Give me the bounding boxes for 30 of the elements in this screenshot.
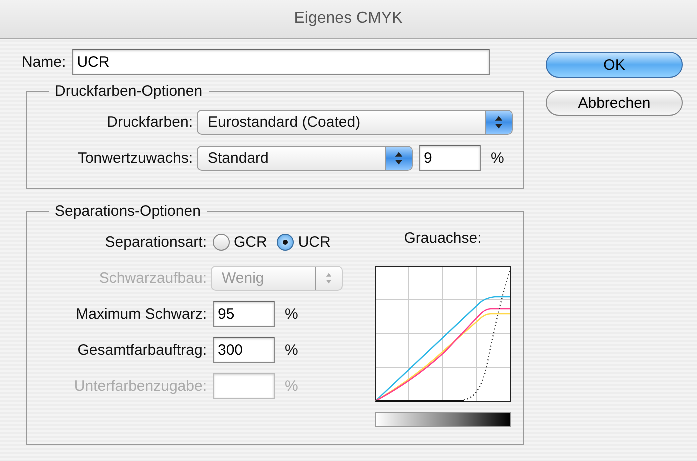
radio-button[interactable]	[213, 234, 230, 250]
radio-label[interactable]: UCR	[298, 234, 331, 250]
inks-label: Druckfarben:	[106, 114, 193, 130]
percent-label: %	[285, 342, 298, 358]
generation-label: Schwarzaufbau:	[98, 270, 207, 286]
dot-gain-popup[interactable]: Standard	[197, 146, 413, 170]
dot-gain-field[interactable]: 9	[419, 145, 481, 171]
percent-label: %	[491, 150, 504, 166]
name-field[interactable]: UCR	[72, 49, 490, 75]
ok-button[interactable]: OK	[546, 52, 683, 78]
stepper-icon	[385, 146, 412, 170]
group-title: Separations-Optionen	[54, 203, 202, 220]
field-label: Gesamtfarbauftrag:	[76, 342, 207, 358]
field-label: Maximum Schwarz:	[75, 306, 207, 322]
number-field[interactable]: 300	[213, 337, 275, 363]
separation-type-label: Separationsart:	[104, 234, 207, 250]
inks-popup[interactable]: Eurostandard (Coated)	[197, 110, 513, 134]
number-field[interactable]: 95	[213, 301, 275, 327]
percent-label: %	[285, 306, 298, 322]
cancel-button[interactable]: Abbrechen	[546, 90, 683, 116]
field-label: Unterfarbenzugabe:	[73, 378, 207, 394]
graph-label: Grauachse:	[404, 230, 482, 249]
dot-gain-label: Tonwertzuwachs:	[76, 150, 193, 166]
name-label: Name:	[22, 54, 66, 70]
window-title: Eigenes CMYK	[294, 10, 403, 28]
radio-button[interactable]	[277, 234, 294, 250]
stepper-icon	[485, 110, 512, 134]
radio-label[interactable]: GCR	[234, 234, 268, 250]
percent-label: %	[285, 378, 298, 394]
group-title: Druckfarben-Optionen	[54, 83, 204, 100]
